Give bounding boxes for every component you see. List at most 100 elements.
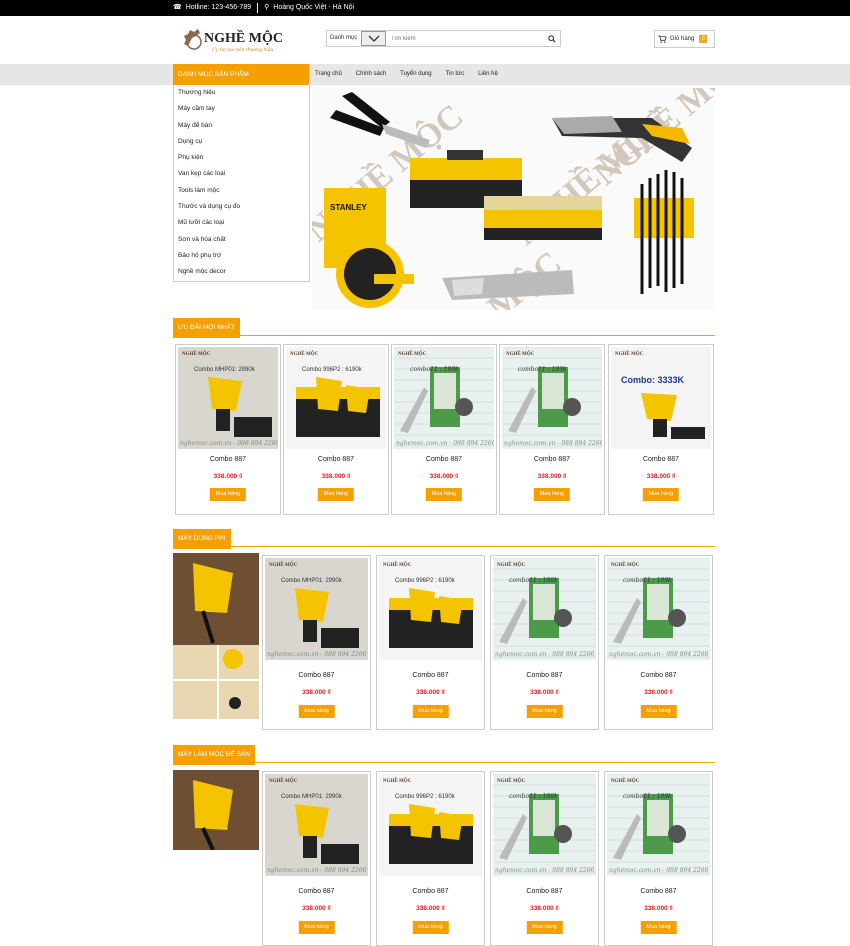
product-image-logo: NGHỀ MỘC [611, 562, 640, 568]
buy-button[interactable]: Mua hàng [412, 921, 449, 934]
product-card[interactable]: combo11 : 199k NGHỀ MỘC nghemoc.com.vn - 0… [490, 555, 599, 730]
nav-contact[interactable]: Liên hệ [478, 64, 498, 85]
product-name[interactable]: Combo 887 [605, 888, 712, 895]
product-name[interactable]: Combo 887 [263, 888, 370, 895]
category-item[interactable]: Van kẹp các loại [174, 166, 309, 182]
product-image[interactable]: combo11 : 199k NGHỀ MỘC nghemoc.com.vn - 0… [502, 347, 602, 449]
nav-recruitment[interactable]: Tuyển dụng [400, 64, 431, 85]
category-item[interactable]: Bảo hộ phụ trợ [174, 248, 309, 264]
product-image-logo: NGHỀ MỘC [182, 351, 211, 357]
category-feature-photo[interactable] [173, 770, 259, 850]
product-name[interactable]: Combo 887 [491, 888, 598, 895]
product-card[interactable]: combo11 : 199k NGHỀ MỘC nghemoc.com.vn - 0… [604, 771, 713, 946]
category-item[interactable]: Máy cầm tay [174, 101, 309, 117]
category-item[interactable]: Phụ kiện [174, 150, 309, 166]
category-item[interactable]: Mũ lưỡi các loại [174, 215, 309, 231]
buy-button[interactable]: Mua hàng [317, 488, 355, 501]
product-image[interactable]: combo11 : 199k NGHỀ MỘC nghemoc.com.vn - 0… [607, 774, 710, 876]
product-price: 338.000 ₫ [302, 689, 331, 696]
search-button[interactable] [544, 31, 560, 46]
buy-button[interactable]: Mua hàng [640, 921, 677, 934]
section-heading[interactable]: Ưu đãi mới nhất [173, 318, 240, 338]
product-image[interactable]: Combo MHP01: 2990k NGHỀ MỘC nghemoc.com.vn… [265, 558, 368, 660]
buy-button[interactable]: Mua hàng [298, 921, 335, 934]
site-logo[interactable]: NGHỀ MỘC Uy tín tạo nên thương hiệu [182, 24, 286, 56]
search-input[interactable] [386, 31, 544, 46]
product-name[interactable]: Combo 887 [609, 456, 713, 463]
product-image[interactable]: combo11 : 199k NGHỀ MỘC nghemoc.com.vn - 0… [493, 558, 596, 660]
buy-button[interactable]: Mua hàng [533, 488, 571, 501]
product-image[interactable]: Combo MHP01: 2990k NGHỀ MỘC nghemoc.com.vn… [178, 347, 278, 449]
buy-button[interactable]: Mua hàng [526, 921, 563, 934]
product-card[interactable]: Combo: 3333K NGHỀ MỘC Combo 887 338.000 ₫ Mu… [608, 344, 714, 515]
buy-button[interactable]: Mua hàng [526, 705, 563, 718]
category-item[interactable]: Dụng cụ [174, 134, 309, 150]
product-name[interactable]: Combo 887 [377, 888, 484, 895]
product-card[interactable]: combo11 : 199k NGHỀ MỘC nghemoc.com.vn - 0… [391, 344, 497, 515]
product-card[interactable]: Combo 996P2 : 6190k NGHỀ MỘC Combo 887 338.… [283, 344, 389, 515]
cart-button[interactable]: Giỏ hàng 0 [654, 30, 715, 48]
product-name[interactable]: Combo 887 [377, 672, 484, 679]
product-card[interactable]: Combo 996P2 : 6190k NGHỀ MỘC Combo 887 338.… [376, 771, 485, 946]
product-price: 338.000 ₫ [302, 905, 331, 912]
nav-home[interactable]: Trang chủ [315, 64, 342, 85]
product-card[interactable]: combo11 : 199k NGHỀ MỘC nghemoc.com.vn - 0… [490, 771, 599, 946]
buy-button[interactable]: Mua hàng [425, 488, 463, 501]
product-image[interactable]: combo11 : 199k NGHỀ MỘC nghemoc.com.vn - 0… [493, 774, 596, 876]
product-name[interactable]: Combo 887 [491, 672, 598, 679]
buy-button[interactable]: Mua hàng [209, 488, 247, 501]
product-name[interactable]: Combo 887 [176, 456, 280, 463]
buy-button[interactable]: Mua hàng [412, 705, 449, 718]
cart-label: Giỏ hàng [670, 36, 695, 42]
product-name[interactable]: Combo 887 [500, 456, 604, 463]
product-name[interactable]: Combo 887 [284, 456, 388, 463]
product-name[interactable]: Combo 887 [392, 456, 496, 463]
product-name[interactable]: Combo 887 [605, 672, 712, 679]
category-item[interactable]: Nghề mộc decor [174, 264, 309, 280]
category-item[interactable]: Máy để bàn [174, 118, 309, 134]
product-image-watermark: nghemoc.com.vn - 088 894 2266 [609, 867, 709, 874]
product-image-watermark: nghemoc.com.vn - 088 894 2266 [495, 651, 595, 658]
product-image[interactable]: Combo 996P2 : 6190k NGHỀ MỘC [379, 558, 482, 660]
product-card[interactable]: Combo MHP01: 2990k NGHỀ MỘC nghemoc.com.vn… [262, 555, 371, 730]
buy-button[interactable]: Mua hàng [298, 705, 335, 718]
product-image-watermark: nghemoc.com.vn - 088 894 2266 [267, 651, 367, 658]
product-card[interactable]: Combo MHP01: 2990k NGHỀ MỘC nghemoc.com.vn… [262, 771, 371, 946]
product-card[interactable]: combo11 : 199k NGHỀ MỘC nghemoc.com.vn - 0… [604, 555, 713, 730]
buy-button[interactable]: Mua hàng [640, 705, 677, 718]
nav-policy[interactable]: Chính sách [356, 64, 386, 85]
nav-news[interactable]: Tin tức [446, 64, 464, 85]
product-image-caption: Combo MHP01: 2990k [194, 367, 256, 373]
search-bar: Danh mục [326, 30, 561, 47]
category-item[interactable]: Thương hiệu [174, 85, 309, 101]
category-item[interactable]: Thước và dụng cụ đo [174, 199, 309, 215]
category-item[interactable]: Sơn và hóa chất [174, 232, 309, 248]
product-image-caption: combo11 : 199k [509, 577, 558, 584]
section-heading[interactable]: Máy làm mộc để bàn [173, 745, 256, 765]
chevron-down-icon [368, 35, 379, 42]
category-item[interactable]: Tools làm mộc [174, 183, 309, 199]
stanley-label: STANLEY [330, 203, 367, 212]
product-image[interactable]: combo11 : 199k NGHỀ MỘC nghemoc.com.vn - 0… [394, 347, 494, 449]
hotline-text[interactable]: Hotline: 123-456-789 [186, 0, 251, 16]
product-price: 338.000 ₫ [416, 905, 445, 912]
product-image[interactable]: Combo 996P2 : 6190k NGHỀ MỘC [379, 774, 482, 876]
buy-button[interactable]: Mua hàng [642, 488, 680, 501]
category-feature-photo[interactable] [173, 553, 259, 719]
section-heading[interactable]: Máy dùng pin [173, 529, 231, 549]
product-image-logo: NGHỀ MỘC [497, 562, 526, 568]
product-card[interactable]: Combo MHP01: 2990k NGHỀ MỘC nghemoc.com.vn… [175, 344, 281, 515]
product-image[interactable]: combo11 : 199k NGHỀ MỘC nghemoc.com.vn - 0… [607, 558, 710, 660]
product-image[interactable]: Combo 996P2 : 6190k NGHỀ MỘC [286, 347, 386, 449]
address-text: Hoàng Quốc Việt - Hà Nội [273, 4, 355, 11]
product-image-caption: Combo: 3333K [621, 375, 685, 385]
product-image[interactable]: Combo MHP01: 2990k NGHỀ MỘC nghemoc.com.vn… [265, 774, 368, 876]
hero-banner[interactable]: NGHỀ MỘC NGHỀ MỘC NGHỀ MỘC NGHỀ MỘC [312, 88, 715, 310]
product-image-caption: Combo 996P2 : 6190k [302, 367, 363, 373]
product-image[interactable]: Combo: 3333K NGHỀ MỘC [611, 347, 711, 449]
category-menu-title[interactable]: Danh mục sản phẩm [173, 64, 309, 85]
product-card[interactable]: Combo 996P2 : 6190k NGHỀ MỘC Combo 887 338.… [376, 555, 485, 730]
product-card[interactable]: combo11 : 199k NGHỀ MỘC nghemoc.com.vn - 0… [499, 344, 605, 515]
category-dropdown-button[interactable] [361, 31, 386, 46]
product-name[interactable]: Combo 887 [263, 672, 370, 679]
